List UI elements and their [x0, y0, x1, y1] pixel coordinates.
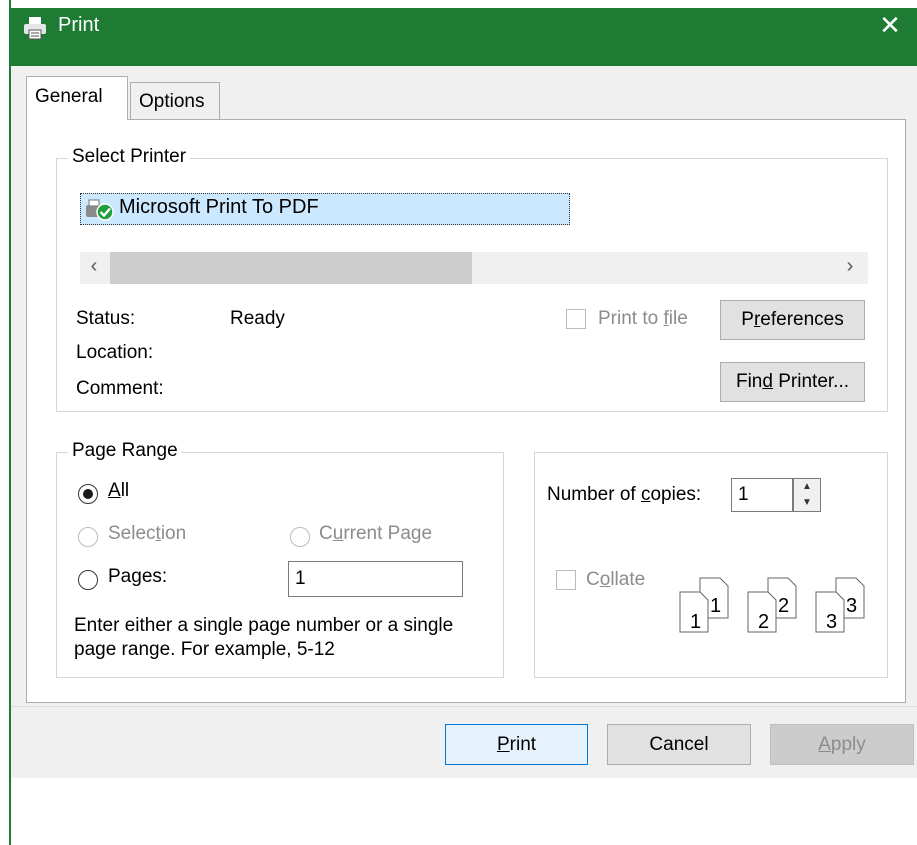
copies-spinner[interactable]: ▲ ▼: [793, 478, 821, 512]
pages-input[interactable]: [288, 561, 463, 597]
spin-up-icon[interactable]: ▲: [794, 479, 820, 495]
printer-name: Microsoft Print To PDF: [119, 196, 319, 218]
radio-all[interactable]: [78, 484, 98, 504]
radio-all-label: All: [108, 480, 130, 501]
radio-selection-label: Selection: [108, 523, 187, 544]
collate-page-label: 3: [826, 611, 837, 633]
collate-checkbox[interactable]: [556, 570, 576, 590]
status-label: Status:: [76, 308, 136, 329]
collate-illustration-icon: 1 1 2 2 3 3: [679, 577, 865, 633]
select-printer-legend: Select Printer: [68, 146, 191, 168]
title-bar[interactable]: [11, 8, 917, 66]
copies-input[interactable]: [731, 478, 793, 512]
radio-selected-dot: [83, 489, 93, 499]
printer-icon: [24, 17, 46, 40]
preferences-button[interactable]: Preferences: [720, 300, 865, 340]
collate-label: Collate: [586, 569, 646, 590]
collate-stack-3: 3 3: [815, 577, 865, 633]
tab-general[interactable]: General: [26, 76, 128, 120]
find-printer-button[interactable]: Find Printer...: [720, 362, 865, 402]
page-range-hint: Enter either a single page number or a s…: [74, 615, 454, 660]
radio-pages-label: Pages:: [108, 566, 168, 587]
collate-page-label: 2: [758, 611, 769, 633]
scrollbar-thumb[interactable]: [110, 252, 472, 284]
collate-stack-1: 1 1: [679, 577, 729, 633]
collate-page-label: 1: [690, 611, 701, 633]
window-bottom-area: [11, 778, 917, 845]
comment-label: Comment:: [76, 378, 164, 399]
collate-page-label: 3: [846, 595, 857, 617]
collate-page-label: 2: [778, 595, 789, 617]
location-label: Location:: [76, 342, 154, 363]
print-to-file-label: Print to file: [598, 308, 688, 329]
page-range-legend: Page Range: [68, 440, 182, 462]
scroll-right-icon[interactable]: ›: [840, 255, 860, 278]
tab-options[interactable]: Options: [130, 82, 220, 119]
number-of-copies-label: Number of copies:: [547, 484, 702, 505]
close-icon[interactable]: ✕: [875, 10, 905, 40]
cancel-button[interactable]: Cancel: [607, 724, 751, 765]
radio-pages[interactable]: [78, 570, 98, 590]
window-left-border: [0, 0, 11, 845]
print-button[interactable]: Print: [445, 724, 588, 765]
radio-selection[interactable]: [78, 527, 98, 547]
print-to-file-checkbox[interactable]: [566, 309, 586, 329]
apply-button[interactable]: Apply: [770, 724, 914, 765]
collate-page-label: 1: [710, 595, 721, 617]
scroll-left-icon[interactable]: ‹: [84, 255, 104, 278]
spin-down-icon[interactable]: ▼: [794, 495, 820, 511]
window-title: Print: [58, 14, 100, 36]
radio-current-page-label: Current Page: [319, 523, 433, 544]
radio-current-page[interactable]: [290, 527, 310, 547]
printer-default-icon: [86, 199, 114, 221]
collate-stack-2: 2 2: [747, 577, 797, 633]
status-value: Ready: [230, 308, 285, 329]
